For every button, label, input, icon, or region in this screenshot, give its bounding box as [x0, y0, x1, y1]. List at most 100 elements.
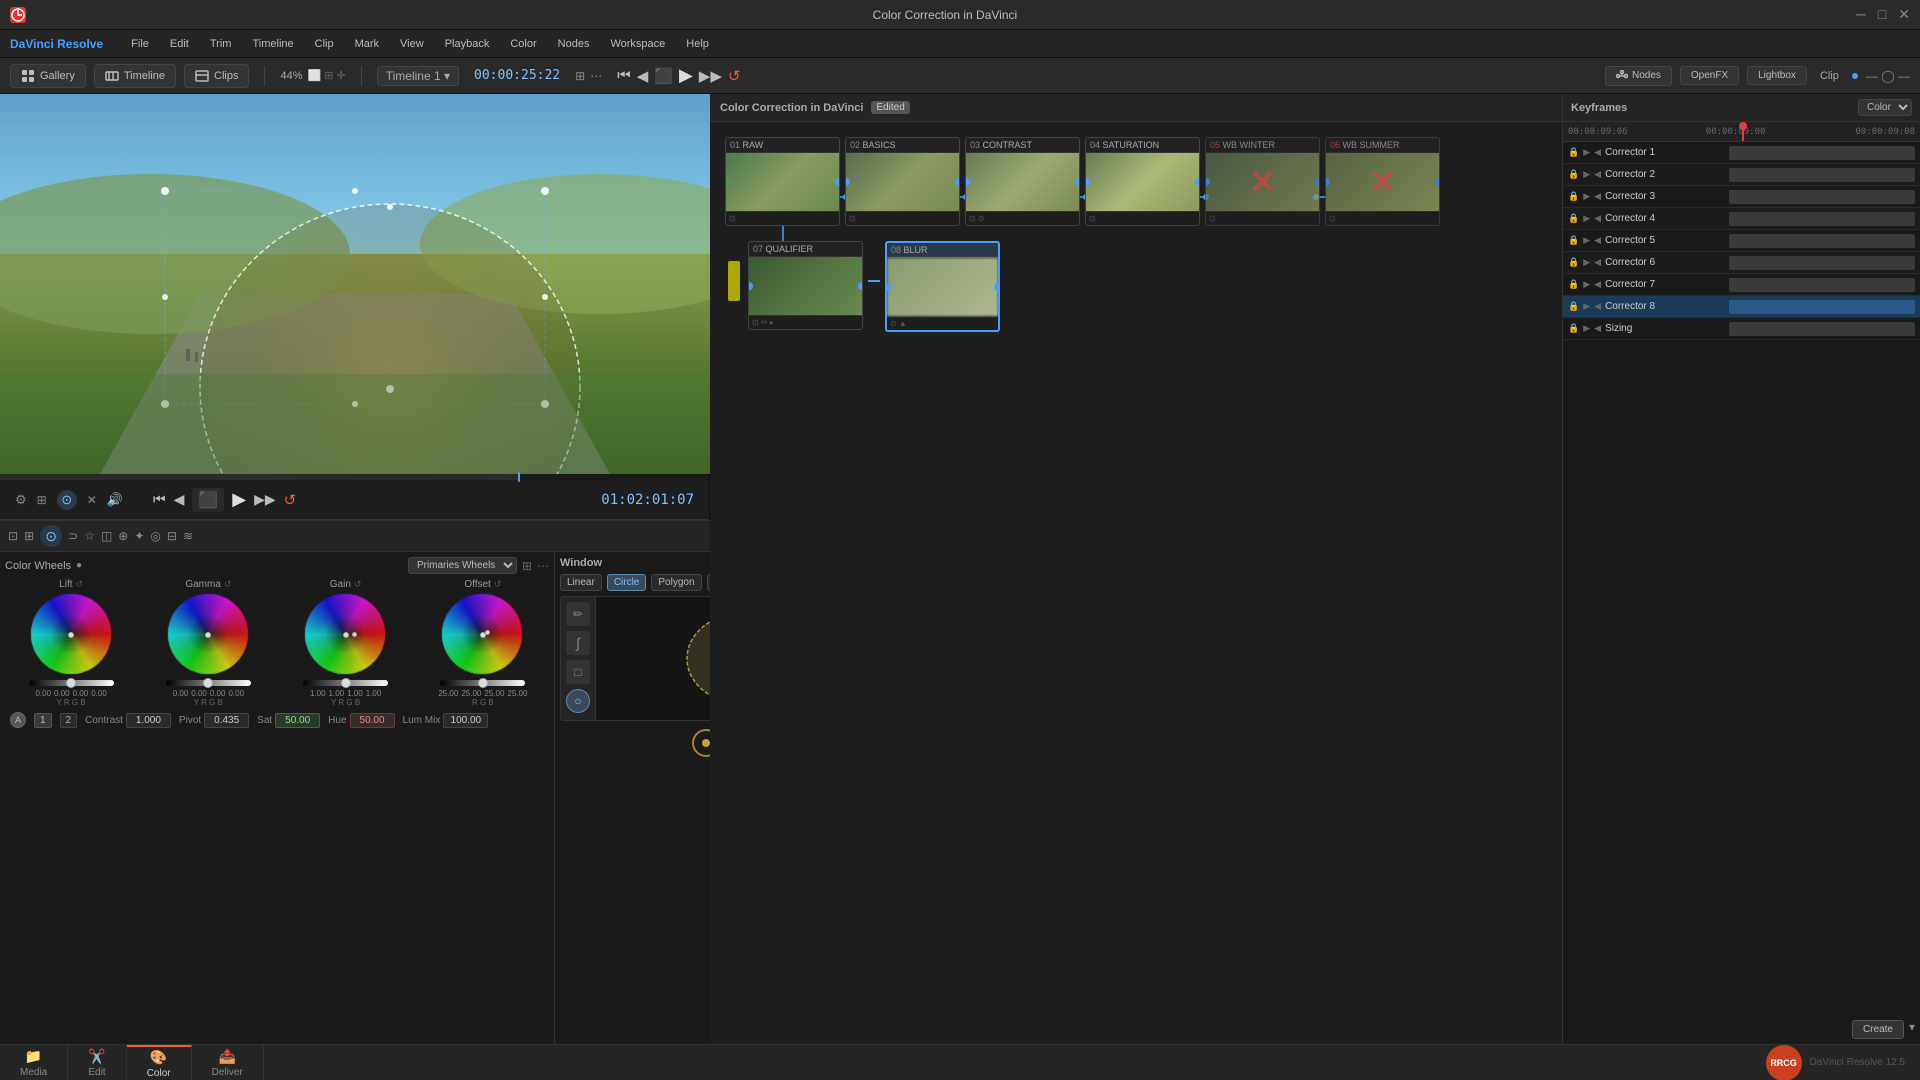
tb-play[interactable]: ▶: [232, 489, 246, 510]
gamma-wheel-canvas[interactable]: [166, 592, 251, 677]
cw-overflow-icon[interactable]: ⋯: [537, 559, 549, 573]
gamma-slider[interactable]: [166, 680, 251, 686]
cp-curves-icon[interactable]: ⊃: [68, 529, 78, 543]
gamma-reset-icon[interactable]: ↺: [224, 579, 232, 590]
gain-wheel-canvas[interactable]: [303, 592, 388, 677]
menu-timeline[interactable]: Timeline: [244, 36, 301, 52]
gain-slider[interactable]: [303, 680, 388, 686]
gallery-button[interactable]: Gallery: [10, 64, 86, 88]
create-button[interactable]: Create: [1852, 1020, 1904, 1039]
cp-magic-icon[interactable]: ✦: [134, 529, 144, 543]
lock-icon[interactable]: 🔒: [1568, 147, 1579, 158]
menu-mark[interactable]: Mark: [347, 36, 387, 52]
offset-reset-icon[interactable]: ↺: [494, 579, 502, 590]
node-02[interactable]: 02 BASICS ⊡: [845, 137, 960, 226]
ws-pencil-icon[interactable]: ✏: [566, 602, 590, 626]
menu-workspace[interactable]: Workspace: [602, 36, 673, 52]
tb-stop[interactable]: ⬛: [192, 488, 224, 512]
ws-shape-circle-btn[interactable]: [692, 729, 711, 757]
preview-settings-icon[interactable]: ⚙: [15, 492, 27, 508]
node-03[interactable]: 03 CONTRAST ⊡ ⊙: [965, 137, 1080, 226]
linear-tool-btn[interactable]: Linear: [560, 574, 602, 591]
ws-circle-icon[interactable]: ○: [566, 689, 590, 713]
menu-trim[interactable]: Trim: [202, 36, 240, 52]
menu-help[interactable]: Help: [678, 36, 717, 52]
menu-color[interactable]: Color: [502, 36, 544, 52]
node-01[interactable]: 01 RAW ⊡: [725, 137, 840, 226]
cp-window-icon[interactable]: ◫: [101, 529, 112, 543]
openfx-button[interactable]: OpenFX: [1680, 66, 1739, 85]
node-06[interactable]: 06 WB SUMMER ✕ ⊡: [1325, 137, 1440, 226]
minimize-button[interactable]: ─: [1856, 6, 1866, 23]
menu-playback[interactable]: Playback: [437, 36, 498, 52]
circle-tool-btn[interactable]: Circle: [607, 574, 647, 591]
close-button[interactable]: ✕: [1898, 6, 1910, 23]
preview-audio-icon[interactable]: 🔊: [107, 492, 123, 508]
jump-start-button[interactable]: ⏮: [617, 67, 631, 84]
menu-edit[interactable]: Edit: [162, 36, 197, 52]
ws-curve-icon[interactable]: ∫: [566, 631, 590, 655]
stop-button[interactable]: ⬛: [654, 67, 673, 85]
ws-main-canvas[interactable]: ● ◪ ● ◪: [596, 597, 710, 720]
deliver-tab[interactable]: 📤 Deliver: [192, 1045, 264, 1080]
kf-dropdown-arrow[interactable]: ▾: [1909, 1020, 1915, 1039]
timeline-selector[interactable]: Timeline 1 ▾: [377, 66, 459, 86]
kf-title: Keyframes: [1571, 102, 1627, 114]
media-tab[interactable]: 📁 Media: [0, 1045, 68, 1080]
preview-flag-icon[interactable]: ⊙: [57, 490, 77, 510]
lift-slider[interactable]: [29, 680, 114, 686]
primaries-mode-select[interactable]: Primaries Wheels Log Wheels: [408, 557, 517, 574]
scrubber[interactable]: [0, 474, 709, 480]
cp-blur-icon[interactable]: ◎: [150, 529, 160, 543]
cp-tracker-icon[interactable]: ⊕: [118, 529, 128, 543]
menu-nodes[interactable]: Nodes: [550, 36, 598, 52]
node-08-label: 08 BLUR: [887, 243, 998, 258]
loop-button[interactable]: ↺: [728, 67, 741, 85]
tb-jump-start[interactable]: ⏮: [153, 491, 166, 508]
cp-wheel-active-icon[interactable]: ⊙: [40, 525, 62, 547]
tb-step-back[interactable]: ◀: [174, 491, 185, 508]
node-08[interactable]: 08 BLUR ⊙ ▲: [885, 241, 1000, 332]
node-04[interactable]: 04 SATURATION ⊡: [1085, 137, 1200, 226]
deliver-tab-label: Deliver: [212, 1067, 243, 1078]
vis-icon[interactable]: ◀: [1594, 147, 1601, 158]
tb-step-forward[interactable]: ▶▶: [254, 491, 276, 508]
maximize-button[interactable]: □: [1878, 6, 1886, 23]
offset-wheel-canvas[interactable]: [440, 592, 525, 677]
cp-grid-icon[interactable]: ⊞: [24, 529, 34, 543]
ws-rect-icon[interactable]: □: [566, 660, 590, 684]
offset-slider[interactable]: [440, 680, 525, 686]
arrow-icon[interactable]: ▶: [1583, 147, 1590, 158]
menu-file[interactable]: File: [123, 36, 157, 52]
menu-clip[interactable]: Clip: [307, 36, 342, 52]
polygon-tool-btn[interactable]: Polygon: [651, 574, 701, 591]
cp-scope-icon[interactable]: ⊡: [8, 529, 18, 543]
num1-button[interactable]: 1: [34, 713, 52, 728]
timeline-button[interactable]: Timeline: [94, 64, 176, 88]
tb-loop[interactable]: ↺: [284, 491, 297, 509]
num2-button[interactable]: 2: [60, 713, 78, 728]
node-03-label: 03 CONTRAST: [966, 138, 1079, 153]
play-button[interactable]: ▶: [679, 65, 693, 86]
clips-button[interactable]: Clips: [184, 64, 249, 88]
cp-key-icon[interactable]: ⊟: [167, 529, 177, 543]
nodes-panel-button[interactable]: Nodes: [1605, 66, 1672, 86]
preview-grid-icon[interactable]: ⊞: [37, 493, 47, 507]
kf-dropdown[interactable]: Color: [1858, 99, 1912, 116]
gain-reset-icon[interactable]: ↺: [354, 579, 362, 590]
cp-ripple-icon[interactable]: ≋: [183, 529, 193, 543]
step-back-button[interactable]: ◀: [637, 67, 649, 85]
menu-view[interactable]: View: [392, 36, 432, 52]
node-05[interactable]: 05 WB WINTER ✕ ⊡: [1205, 137, 1320, 226]
step-forward-button[interactable]: ▶▶: [699, 67, 722, 85]
lightbox-button[interactable]: Lightbox: [1747, 66, 1807, 85]
preview-cut-icon[interactable]: ✕: [87, 493, 97, 507]
cw-expand-icon[interactable]: ⊞: [522, 559, 532, 573]
mode-a-button[interactable]: A: [10, 712, 26, 728]
lift-reset-icon[interactable]: ↺: [76, 579, 84, 590]
color-tab[interactable]: 🎨 Color: [127, 1045, 192, 1080]
edit-tab[interactable]: ✂️ Edit: [68, 1045, 126, 1080]
lift-wheel-canvas[interactable]: [29, 592, 114, 677]
cp-qualify-icon[interactable]: ☆: [84, 529, 95, 543]
node-07[interactable]: 07 QUALIFIER ⊡ ✏ ▸: [748, 241, 863, 330]
